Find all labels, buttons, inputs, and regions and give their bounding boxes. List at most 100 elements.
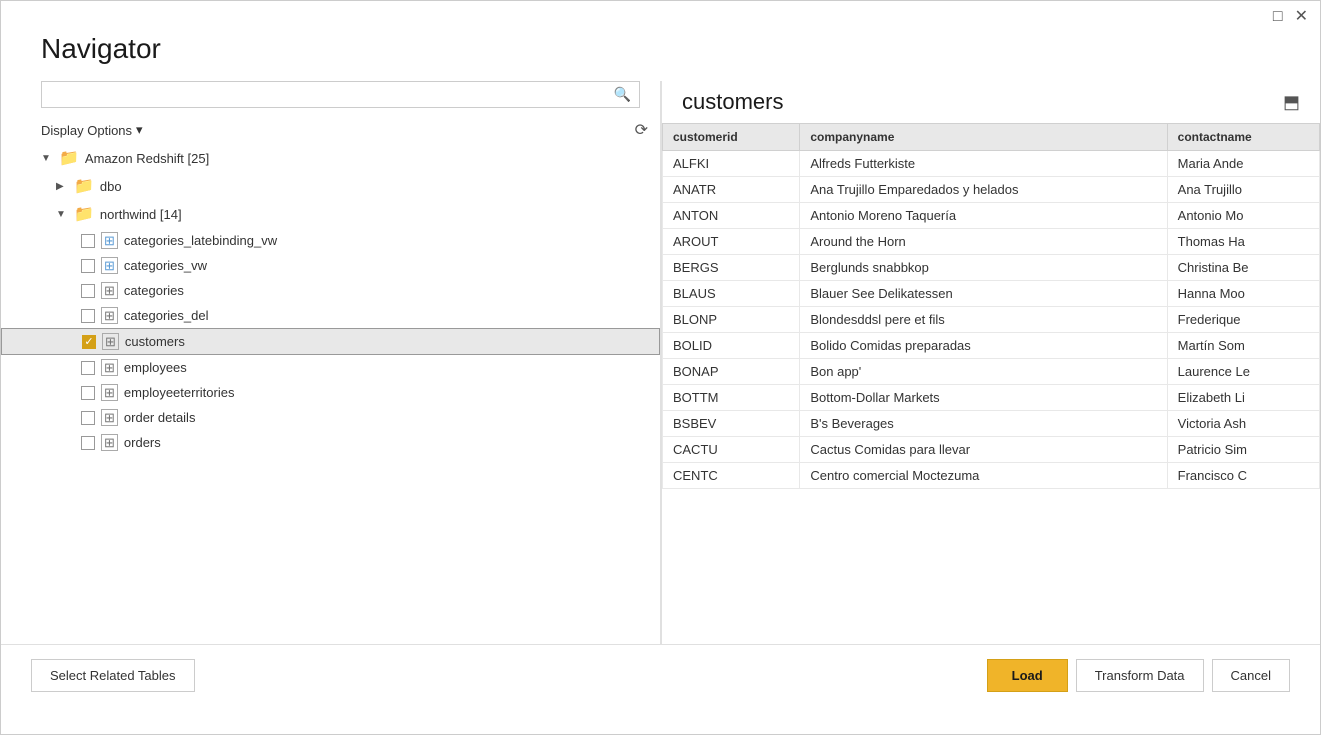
- table-cell-contactname: Christina Be: [1167, 255, 1319, 281]
- table-cell-contactname: Patricio Sim: [1167, 437, 1319, 463]
- tree-group-label: Amazon Redshift [25]: [85, 151, 209, 166]
- tree-item-orders[interactable]: ⊞ orders: [1, 430, 660, 455]
- checkbox-categories-latebinding-vw[interactable]: [81, 234, 95, 248]
- table-row[interactable]: BOLIDBolido Comidas preparadasMartín Som: [663, 333, 1320, 359]
- col-header-companyname: companyname: [800, 124, 1167, 151]
- data-table-wrap: customerid companyname contactname ALFKI…: [662, 123, 1320, 644]
- table-row[interactable]: CENTCCentro comercial MoctezumaFrancisco…: [663, 463, 1320, 489]
- tree-item-customers[interactable]: ✓ ⊞ customers: [1, 328, 660, 355]
- table-row[interactable]: ANTONAntonio Moreno TaqueríaAntonio Mo: [663, 203, 1320, 229]
- cancel-button[interactable]: Cancel: [1212, 659, 1290, 692]
- table-cell-contactname: Maria Ande: [1167, 151, 1319, 177]
- checkbox-categories-vw[interactable]: [81, 259, 95, 273]
- table-icon: ⊞: [101, 282, 118, 299]
- refresh-icon[interactable]: ⟳: [635, 120, 648, 140]
- table-row[interactable]: BERGSBerglunds snabbkopChristina Be: [663, 255, 1320, 281]
- tree-item-label: categories_latebinding_vw: [124, 233, 277, 248]
- checkbox-employees[interactable]: [81, 361, 95, 375]
- export-icon[interactable]: ⬒: [1283, 92, 1300, 113]
- table-cell-customerid: BONAP: [663, 359, 800, 385]
- table-cell-companyname: Around the Horn: [800, 229, 1167, 255]
- table-cell-customerid: BLAUS: [663, 281, 800, 307]
- folder-icon: 📁: [74, 204, 94, 224]
- tree-item-categories-latebinding-vw[interactable]: ⊞ categories_latebinding_vw: [1, 228, 660, 253]
- table-icon: ⊞: [102, 333, 119, 350]
- search-input[interactable]: [50, 87, 614, 102]
- table-row[interactable]: CACTUCactus Comidas para llevarPatricio …: [663, 437, 1320, 463]
- checkbox-order-details[interactable]: [81, 411, 95, 425]
- tree-item-label: categories_del: [124, 308, 209, 323]
- table-row[interactable]: BSBEVB's BeveragesVictoria Ash: [663, 411, 1320, 437]
- tree-item-categories-del[interactable]: ⊞ categories_del: [1, 303, 660, 328]
- checkbox-employeeterritories[interactable]: [81, 386, 95, 400]
- checkbox-categories[interactable]: [81, 284, 95, 298]
- load-button[interactable]: Load: [987, 659, 1068, 692]
- table-cell-customerid: ANTON: [663, 203, 800, 229]
- folder-icon: 📁: [74, 176, 94, 196]
- tree-item-categories-vw[interactable]: ⊞ categories_vw: [1, 253, 660, 278]
- table-icon: ⊞: [101, 359, 118, 376]
- table-row[interactable]: BONAPBon app'Laurence Le: [663, 359, 1320, 385]
- table-cell-companyname: Alfreds Futterkiste: [800, 151, 1167, 177]
- table-cell-companyname: Antonio Moreno Taquería: [800, 203, 1167, 229]
- tree-folder-northwind[interactable]: ▼ 📁 northwind [14]: [1, 200, 660, 228]
- tree-folder-label: northwind [14]: [100, 207, 182, 222]
- table-cell-companyname: Bon app': [800, 359, 1167, 385]
- table-cell-contactname: Frederique: [1167, 307, 1319, 333]
- table-cell-contactname: Victoria Ash: [1167, 411, 1319, 437]
- table-cell-customerid: CENTC: [663, 463, 800, 489]
- table-cell-contactname: Martín Som: [1167, 333, 1319, 359]
- chevron-down-icon: ▼: [56, 209, 70, 220]
- table-scroll-area[interactable]: customerid companyname contactname ALFKI…: [662, 123, 1320, 644]
- table-cell-customerid: BLONP: [663, 307, 800, 333]
- table-cell-customerid: BSBEV: [663, 411, 800, 437]
- page-title: Navigator: [1, 33, 1320, 81]
- tree-item-order-details[interactable]: ⊞ order details: [1, 405, 660, 430]
- tree-area[interactable]: ▼ 📁 Amazon Redshift [25] ▶ 📁 dbo ▼ 📁 nor…: [1, 144, 660, 644]
- data-table: customerid companyname contactname ALFKI…: [662, 123, 1320, 489]
- table-row[interactable]: BLAUSBlauer See DelikatessenHanna Moo: [663, 281, 1320, 307]
- select-related-tables-button[interactable]: Select Related Tables: [31, 659, 195, 692]
- checkbox-categories-del[interactable]: [81, 309, 95, 323]
- tree-folder-dbo[interactable]: ▶ 📁 dbo: [1, 172, 660, 200]
- checkbox-customers[interactable]: ✓: [82, 335, 96, 349]
- tree-group-amazon-redshift[interactable]: ▼ 📁 Amazon Redshift [25]: [1, 144, 660, 172]
- table-icon: ⊞: [101, 384, 118, 401]
- table-cell-companyname: Ana Trujillo Emparedados y helados: [800, 177, 1167, 203]
- table-cell-customerid: ALFKI: [663, 151, 800, 177]
- bottom-bar: Select Related Tables Load Transform Dat…: [1, 644, 1320, 706]
- display-options-bar: Display Options ▾ ⟳: [1, 116, 660, 144]
- preview-title: customers: [682, 89, 783, 115]
- table-cell-companyname: Bolido Comidas preparadas: [800, 333, 1167, 359]
- table-cell-customerid: CACTU: [663, 437, 800, 463]
- table-row[interactable]: ALFKIAlfreds FutterkisteMaria Ande: [663, 151, 1320, 177]
- table-row[interactable]: AROUTAround the HornThomas Ha: [663, 229, 1320, 255]
- table-cell-contactname: Ana Trujillo: [1167, 177, 1319, 203]
- transform-data-button[interactable]: Transform Data: [1076, 659, 1204, 692]
- right-panel: customers ⬒ customerid companyname conta…: [662, 81, 1320, 644]
- table-row[interactable]: BOTTMBottom-Dollar MarketsElizabeth Li: [663, 385, 1320, 411]
- chevron-right-icon: ▶: [56, 181, 70, 192]
- tree-item-label: orders: [124, 435, 161, 450]
- preview-header: customers ⬒: [662, 81, 1320, 123]
- tree-item-label: order details: [124, 410, 196, 425]
- chevron-down-icon: ▾: [136, 122, 143, 138]
- table-icon: ⊞: [101, 409, 118, 426]
- table-row[interactable]: ANATRAna Trujillo Emparedados y heladosA…: [663, 177, 1320, 203]
- display-options-button[interactable]: Display Options ▾: [41, 122, 143, 138]
- close-button[interactable]: ✕: [1295, 9, 1308, 25]
- tree-item-employees[interactable]: ⊞ employees: [1, 355, 660, 380]
- tree-folder-label: dbo: [100, 179, 122, 194]
- table-cell-companyname: B's Beverages: [800, 411, 1167, 437]
- tree-item-categories[interactable]: ⊞ categories: [1, 278, 660, 303]
- minimize-button[interactable]: □: [1273, 9, 1283, 25]
- table-cell-companyname: Berglunds snabbkop: [800, 255, 1167, 281]
- search-bar: 🔍: [41, 81, 640, 108]
- table-cell-companyname: Bottom-Dollar Markets: [800, 385, 1167, 411]
- table-cell-contactname: Laurence Le: [1167, 359, 1319, 385]
- table-cell-contactname: Hanna Moo: [1167, 281, 1319, 307]
- table-icon: ⊞: [101, 434, 118, 451]
- tree-item-employeeterritories[interactable]: ⊞ employeeterritories: [1, 380, 660, 405]
- table-row[interactable]: BLONPBlondesddsl pere et filsFrederique: [663, 307, 1320, 333]
- checkbox-orders[interactable]: [81, 436, 95, 450]
